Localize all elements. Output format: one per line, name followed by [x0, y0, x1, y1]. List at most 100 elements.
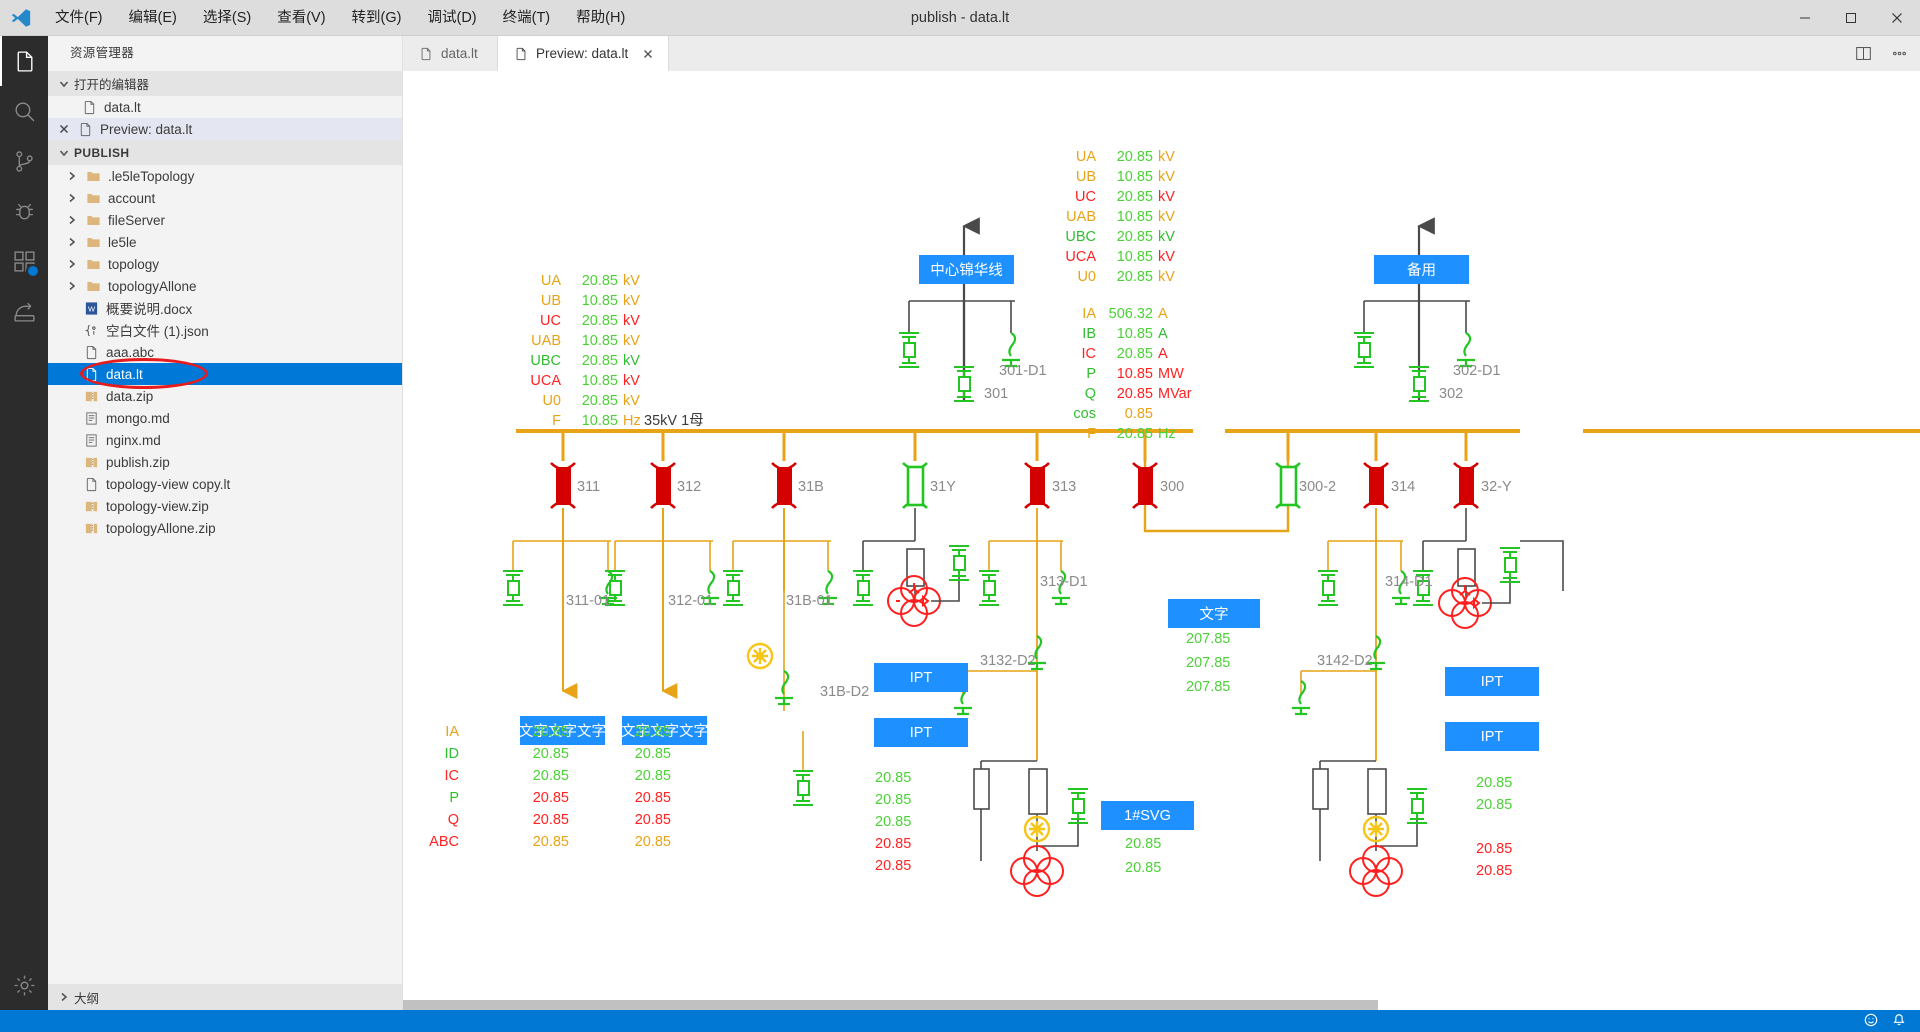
- tree-item-topology-view-copy-lt[interactable]: topology-view copy.lt: [48, 473, 402, 495]
- meas-key: Q: [1084, 386, 1096, 402]
- meas-unit: MW: [1158, 366, 1184, 382]
- menu-go[interactable]: 转到(G): [339, 0, 415, 36]
- file-icon: [415, 47, 437, 61]
- close-button[interactable]: [1874, 0, 1920, 36]
- tree-item-mongo-md[interactable]: mongo.md: [48, 407, 402, 429]
- chevron-right-icon[interactable]: [64, 212, 80, 228]
- split-icon[interactable]: [1852, 43, 1874, 65]
- scrollbar-thumb[interactable]: [403, 1000, 1378, 1010]
- chevron-right-icon[interactable]: [64, 278, 80, 294]
- bell-icon[interactable]: [1892, 1013, 1906, 1030]
- meas-unit: kV: [1158, 229, 1175, 245]
- meas-key: U0: [1077, 269, 1096, 285]
- meas-key: IA: [445, 724, 459, 740]
- meas-col1: 20.85: [532, 834, 569, 850]
- maximize-button[interactable]: [1828, 0, 1874, 36]
- meas-value: 20.85: [1116, 426, 1153, 442]
- section-outline[interactable]: 大纲: [48, 984, 402, 1010]
- tree-item-nginx-md[interactable]: nginx.md: [48, 429, 402, 451]
- activity-explorer[interactable]: [0, 36, 48, 86]
- box-spare[interactable]: 备用: [1374, 255, 1469, 284]
- meas-key: P: [1086, 366, 1096, 382]
- activity-bar: [0, 36, 48, 1010]
- meas-key: UAB: [531, 333, 561, 349]
- open-editor-data-lt[interactable]: data.lt: [48, 96, 402, 118]
- label-301: 301: [984, 386, 1009, 402]
- box-ipt-2[interactable]: IPT: [874, 718, 968, 747]
- menu-help[interactable]: 帮助(H): [563, 0, 638, 36]
- chevron-right-icon[interactable]: [64, 256, 80, 272]
- tree-item-topologyallone-zip[interactable]: topologyAllone.zip: [48, 517, 402, 539]
- box-label: IPT: [909, 669, 933, 686]
- sidebar: 资源管理器 打开的编辑器 data.lt Preview: data.lt PU…: [48, 36, 403, 1010]
- tree-item-label: account: [108, 190, 156, 206]
- chevron-right-icon[interactable]: [64, 234, 80, 250]
- tree-item-topology-view-zip[interactable]: topology-view.zip: [48, 495, 402, 517]
- activity-extensions[interactable]: [0, 236, 48, 286]
- menu-terminal[interactable]: 终端(T): [490, 0, 564, 36]
- chevron-right-icon[interactable]: [64, 168, 80, 184]
- activity-settings[interactable]: [0, 960, 48, 1010]
- label-314: 314: [1391, 479, 1416, 495]
- feedback-icon[interactable]: [1864, 1013, 1878, 1030]
- tab-preview-data-lt[interactable]: Preview: data.lt: [498, 36, 670, 71]
- box-ipt-1[interactable]: IPT: [874, 663, 968, 692]
- box-center-jinhua-line[interactable]: 中心锦华线: [919, 255, 1014, 284]
- horizontal-scrollbar[interactable]: [403, 1000, 1920, 1010]
- tree-item-topologyallone[interactable]: topologyAllone: [48, 275, 402, 297]
- label-301-d1: 301-D1: [999, 363, 1047, 379]
- tree-item-data-zip[interactable]: data.zip: [48, 385, 402, 407]
- close-icon[interactable]: [54, 124, 74, 134]
- tree-item-gaiyaoshuoming-docx[interactable]: W 概要说明.docx: [48, 297, 402, 319]
- meas-unit: Hz: [1158, 426, 1176, 442]
- tree-item-le5letopology[interactable]: .le5leTopology: [48, 165, 402, 187]
- diagram-canvas-wrap[interactable]: 中心锦华线 备用 文字文字文字 文字文字文字 IPT IPT 文字 1#SVG …: [403, 71, 1920, 1010]
- chevron-right-icon[interactable]: [64, 190, 80, 206]
- meas-value: 20.85: [581, 393, 618, 409]
- menu-view[interactable]: 查看(V): [264, 0, 338, 36]
- tree-item-topology[interactable]: topology: [48, 253, 402, 275]
- meas-value: 10.85: [581, 373, 618, 389]
- tab-data-lt[interactable]: data.lt: [403, 36, 498, 71]
- tree-item-account[interactable]: account: [48, 187, 402, 209]
- menu-file[interactable]: 文件(F): [42, 0, 116, 36]
- meas-col2: 20.85: [634, 812, 671, 828]
- activity-remote[interactable]: [0, 286, 48, 336]
- tree-item-publish-zip[interactable]: publish.zip: [48, 451, 402, 473]
- close-icon[interactable]: [640, 46, 656, 62]
- box-wenzi[interactable]: 文字: [1168, 599, 1260, 628]
- file-icon: [78, 100, 100, 115]
- box-ipt-4[interactable]: IPT: [1445, 722, 1539, 751]
- activity-search[interactable]: [0, 86, 48, 136]
- section-open-editors[interactable]: 打开的编辑器: [48, 71, 402, 96]
- menu-selection[interactable]: 选择(S): [190, 0, 264, 36]
- measurement-row: UCA 10.85 kV: [513, 371, 665, 391]
- tree-item-aaa-abc[interactable]: aaa.abc: [48, 341, 402, 363]
- meas-unit: kV: [1158, 249, 1175, 265]
- label-300-2: 300-2: [1299, 479, 1337, 495]
- ellipsis-icon[interactable]: [1888, 43, 1910, 65]
- tree-item-fileserver[interactable]: fileServer: [48, 209, 402, 231]
- activity-debug[interactable]: [0, 186, 48, 236]
- md-icon: [80, 433, 102, 448]
- meas-value: 20.85: [581, 313, 618, 329]
- section-publish[interactable]: PUBLISH: [48, 140, 402, 165]
- activity-source-control[interactable]: [0, 136, 48, 186]
- open-editor-preview-data-lt[interactable]: Preview: data.lt: [48, 118, 402, 140]
- tab-label: Preview: data.lt: [536, 46, 629, 61]
- box-label: 1#SVG: [1124, 807, 1171, 824]
- meas-unit: kV: [623, 393, 640, 409]
- topology-diagram[interactable]: 中心锦华线 备用 文字文字文字 文字文字文字 IPT IPT 文字 1#SVG …: [403, 71, 1920, 1010]
- box-1-svg[interactable]: 1#SVG: [1101, 801, 1194, 830]
- tree-item-blank-json[interactable]: 空白文件 (1).json: [48, 319, 402, 341]
- tree-item-data-lt[interactable]: data.lt: [48, 358, 402, 389]
- box-label: IPT: [1480, 728, 1504, 745]
- bug-icon: [15, 203, 33, 219]
- menu-edit[interactable]: 编辑(E): [116, 0, 190, 36]
- meas-key: F: [552, 413, 561, 429]
- meas-value: 10.85: [1116, 169, 1153, 185]
- tree-item-le5le[interactable]: le5le: [48, 231, 402, 253]
- menu-debug[interactable]: 调试(D): [414, 0, 489, 36]
- minimize-button[interactable]: [1782, 0, 1828, 36]
- box-ipt-3[interactable]: IPT: [1445, 667, 1539, 696]
